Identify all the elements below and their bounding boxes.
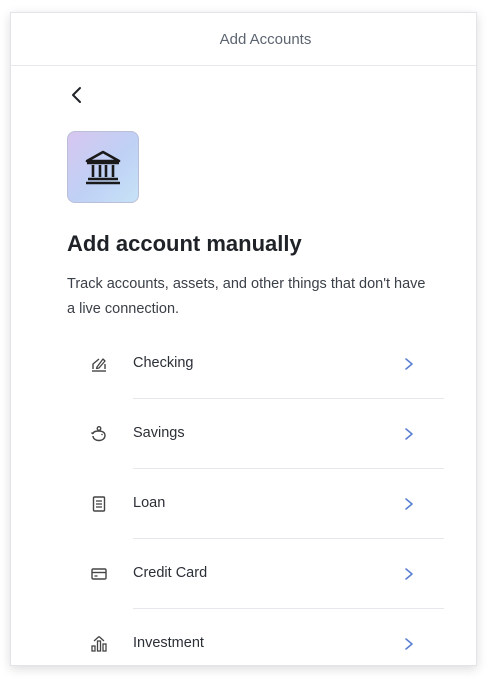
chevron-left-icon (72, 87, 81, 103)
add-accounts-panel: Add Accounts Add account manually Track … (10, 12, 477, 666)
account-type-loan[interactable]: Loan (11, 469, 476, 539)
page-title: Add account manually (67, 231, 302, 256)
chevron-right-icon (405, 358, 413, 370)
page-description: Track accounts, assets, and other things… (67, 276, 426, 317)
back-button[interactable] (65, 83, 89, 107)
chevron-right-icon (405, 428, 413, 440)
account-type-label: Checking (133, 355, 194, 371)
account-type-label: Savings (133, 425, 185, 441)
account-type-investment[interactable]: Investment (11, 609, 476, 665)
chevron-right-icon (405, 638, 413, 650)
bank-icon (85, 150, 121, 185)
chevron-right-icon (405, 498, 413, 510)
account-type-credit-card[interactable]: Credit Card (11, 539, 476, 609)
account-type-checking[interactable]: Checking (11, 329, 476, 399)
account-type-label: Investment (133, 635, 204, 651)
header: Add Accounts (11, 13, 476, 66)
account-type-label: Credit Card (133, 565, 208, 581)
piggy-bank-icon (91, 426, 106, 442)
account-type-savings[interactable]: Savings (11, 399, 476, 469)
credit-card-icon (91, 568, 107, 580)
header-title: Add Accounts (219, 30, 312, 48)
account-type-label: Loan (133, 495, 166, 511)
bank-icon-tile (67, 131, 139, 203)
chevron-right-icon (405, 568, 413, 580)
document-icon (92, 496, 106, 512)
account-type-list: Checking Savings Loan Credit Card Invest… (11, 329, 476, 665)
checkbook-icon (92, 358, 106, 372)
investment-icon (91, 636, 107, 652)
